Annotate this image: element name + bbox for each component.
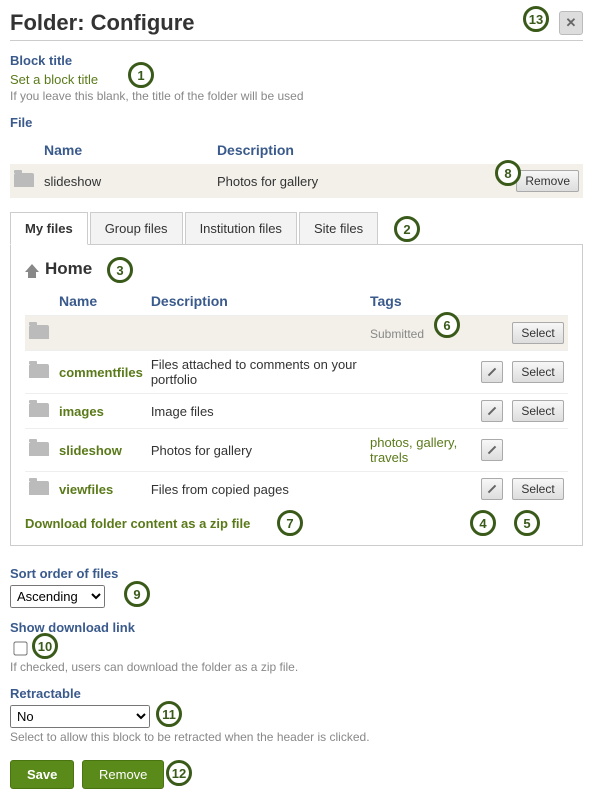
folder-icon [29,442,49,456]
selected-file-table: Name Description slideshow Photos for ga… [10,136,583,198]
row-desc: Files from copied pages [147,472,366,507]
folder-icon [29,481,49,495]
close-button[interactable]: ✕ [559,11,583,35]
close-icon: ✕ [566,15,577,31]
select-button[interactable]: Select [512,322,563,344]
select-button[interactable]: Select [512,478,563,500]
col-desc: Description [213,136,503,164]
edit-button[interactable] [481,478,503,500]
pencil-icon [488,368,496,376]
callout-2: 2 [394,216,420,242]
folder-link[interactable]: images [59,404,104,419]
selected-file-name: slideshow [40,164,213,198]
pencil-icon [488,485,496,493]
folder-link[interactable]: slideshow [59,443,122,458]
pencil-icon [488,407,496,415]
row-desc: Image files [147,394,366,429]
file-browser-table: Name Description Tags Submitted 6 Select [25,287,568,506]
folder-link[interactable]: commentfiles [59,365,143,380]
tab-institution-files[interactable]: Institution files [185,212,297,245]
browser-col-name: Name [55,287,147,316]
folder-link[interactable]: viewfiles [59,482,113,497]
callout-7: 7 [277,510,303,536]
block-title-help: If you leave this blank, the title of th… [10,89,583,103]
breadcrumb-home[interactable]: Home [45,259,92,279]
block-title-label: Block title [10,53,583,68]
tab-group-files[interactable]: Group files [90,212,183,245]
callout-6: 6 [434,312,460,338]
retractable-label: Retractable [10,686,583,701]
set-block-title-link[interactable]: Set a block title [10,72,98,87]
edit-button[interactable] [481,400,503,422]
row-tags[interactable]: photos, gallery, travels [370,435,457,465]
folder-icon [29,325,49,339]
row-desc: Files attached to comments on your portf… [147,351,366,394]
callout-3: 3 [107,257,133,283]
callout-11: 11 [156,701,182,727]
retractable-select[interactable]: No Yes [10,705,150,728]
remove-block-button[interactable]: Remove [82,760,164,789]
sort-label: Sort order of files [10,566,583,581]
save-button[interactable]: Save [10,760,74,789]
tab-site-files[interactable]: Site files [299,212,378,245]
submitted-label: Submitted [370,327,424,341]
download-help: If checked, users can download the folde… [10,660,583,674]
callout-9: 9 [124,581,150,607]
row-desc: Photos for gallery [147,429,366,472]
col-name: Name [40,136,213,164]
folder-icon [29,403,49,417]
sort-select[interactable]: Ascending Descending [10,585,105,608]
tab-my-files[interactable]: My files [10,212,88,245]
file-label: File [10,115,583,130]
download-checkbox[interactable] [13,641,27,655]
remove-file-button[interactable]: Remove [516,170,579,192]
callout-10: 10 [32,633,58,659]
edit-button[interactable] [481,361,503,383]
retractable-help: Select to allow this block to be retract… [10,730,583,744]
select-button[interactable]: Select [512,400,563,422]
download-zip-link[interactable]: Download folder content as a zip file [25,516,250,531]
browser-col-desc: Description [147,287,366,316]
download-label: Show download link [10,620,583,635]
folder-icon [14,173,34,187]
page-title: Folder: Configure [10,10,559,36]
home-icon [25,264,39,272]
edit-button[interactable] [481,439,503,461]
select-button[interactable]: Select [512,361,563,383]
callout-5: 5 [514,510,540,536]
selected-file-desc: Photos for gallery [213,164,503,198]
file-source-tabs: My files Group files Institution files S… [10,212,583,245]
row-desc [147,316,366,351]
breadcrumb: Home 3 [25,259,568,279]
pencil-icon [488,446,496,454]
callout-12: 12 [166,760,192,786]
browser-col-tags: Tags [366,287,476,316]
folder-icon [29,364,49,378]
callout-4: 4 [470,510,496,536]
